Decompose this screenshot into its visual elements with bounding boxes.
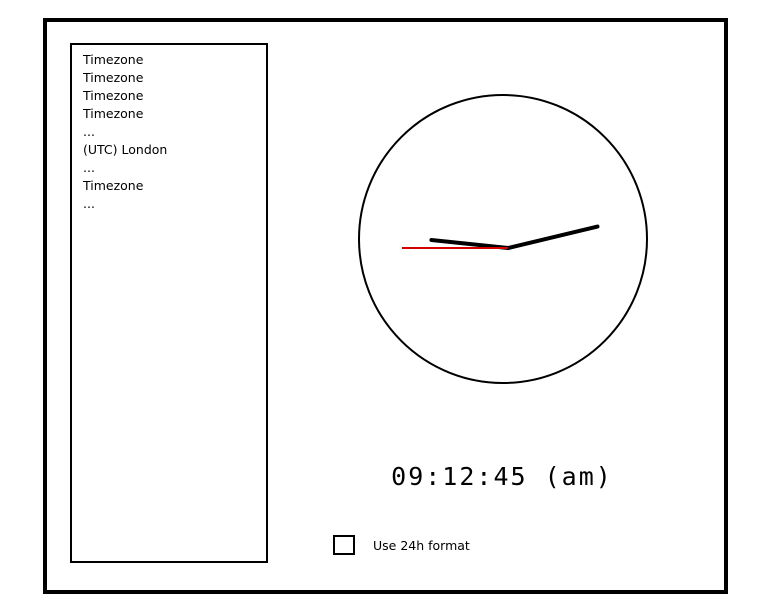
- timezone-list-item[interactable]: Timezone: [83, 69, 266, 87]
- timezone-list-item-london[interactable]: (UTC) London: [83, 141, 266, 159]
- analog-clock: [358, 94, 648, 384]
- timezone-list-item[interactable]: Timezone: [83, 87, 266, 105]
- app-window: Timezone Timezone Timezone Timezone ... …: [43, 18, 728, 594]
- format-option-row: Use 24h format: [333, 534, 470, 556]
- timezone-list[interactable]: Timezone Timezone Timezone Timezone ... …: [70, 43, 268, 563]
- use-24h-format-label: Use 24h format: [373, 537, 470, 553]
- timezone-list-item[interactable]: Timezone: [83, 51, 266, 69]
- timezone-list-ellipsis: ...: [83, 196, 95, 211]
- timezone-list-ellipsis: ...: [83, 124, 95, 139]
- timezone-list-item[interactable]: Timezone: [83, 105, 266, 123]
- digital-time-display: 09:12:45 (am): [391, 462, 613, 491]
- timezone-list-ellipsis: ...: [83, 160, 95, 175]
- use-24h-format-checkbox[interactable]: [333, 535, 355, 555]
- timezone-list-item[interactable]: Timezone: [83, 177, 266, 195]
- clock-face: [358, 94, 648, 384]
